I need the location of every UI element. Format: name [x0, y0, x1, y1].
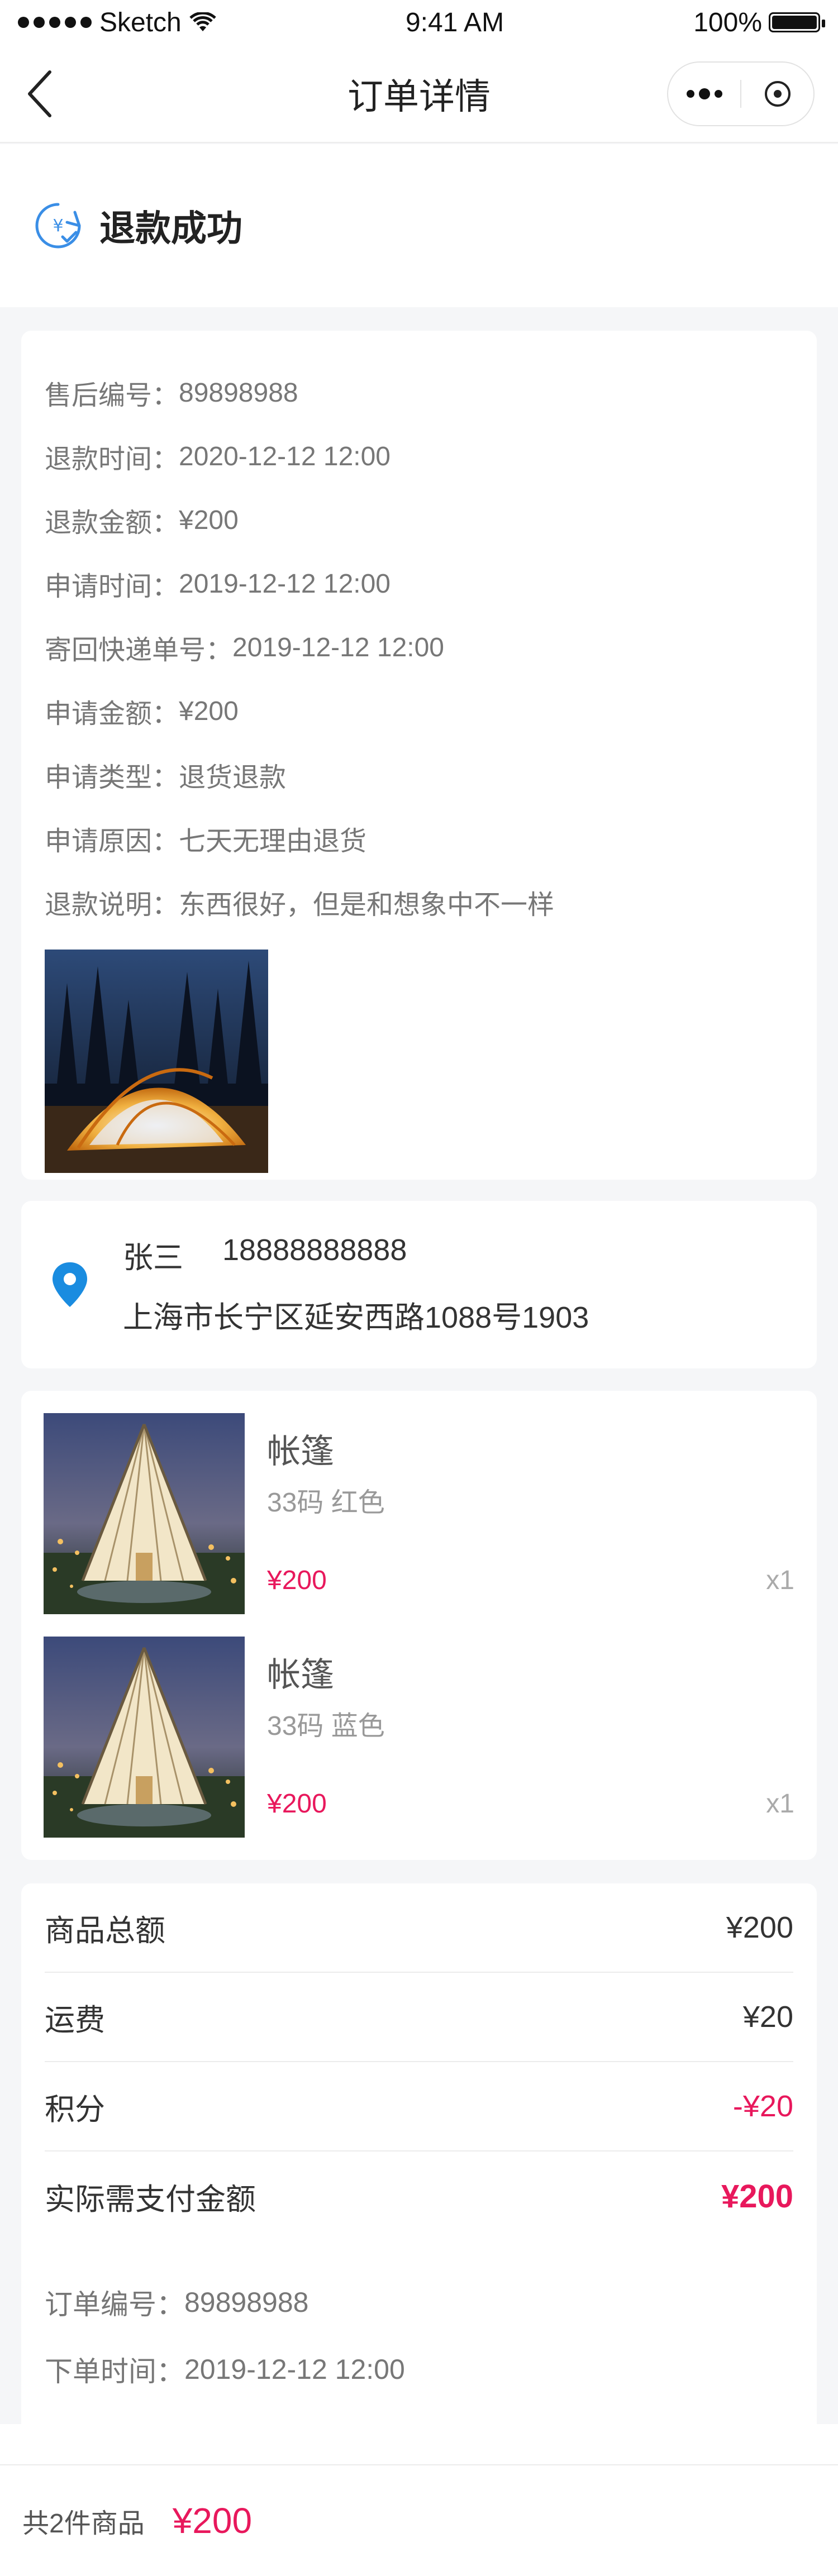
info-value: 2020-12-12 12:00 [179, 441, 391, 471]
summary-value: ¥200 [721, 2178, 793, 2215]
signal-icon [18, 17, 92, 28]
recipient-phone: 18888888888 [222, 1233, 407, 1267]
summary-label: 商品总额 [45, 1914, 165, 1948]
refund-status-section: ¥ 退款成功 [0, 144, 838, 307]
shipping-address-card[interactable]: 张三 18888888888 上海市长宁区延安西路1088号1903 [21, 1201, 817, 1368]
info-row: 退款时间： 2020-12-12 12:00 [45, 424, 793, 488]
order-time-value: 2019-12-12 12:00 [184, 2354, 405, 2385]
info-value: 东西很好，但是和想象中不一样 [179, 890, 555, 920]
battery-icon [769, 12, 825, 32]
bottom-total-bar: 共2件商品 ¥200 [0, 2464, 838, 2576]
total-amount: ¥200 [172, 2501, 253, 2541]
info-label: 退款金额： [45, 508, 179, 538]
goods-price: ¥200 [267, 1566, 327, 1595]
order-detail-page: Sketch 9:41 AM 100% 订单详情 ¥ 退款成功 售后编号： 89… [0, 0, 838, 2576]
goods-quantity: x1 [766, 1566, 794, 1595]
summary-row-points: 积分 -¥20 [45, 2062, 793, 2152]
order-time-row: 下单时间： 2019-12-12 12:00 [45, 2336, 793, 2403]
info-row: 申请时间： 2019-12-12 12:00 [45, 552, 793, 616]
info-row: 申请类型： 退货退款 [45, 743, 793, 807]
after-sale-info-card: 售后编号： 89898988 退款时间： 2020-12-12 12:00 退款金额… [21, 331, 817, 1180]
order-number-row: 订单编号： 89898988 [45, 2269, 793, 2336]
close-miniapp-button[interactable] [741, 63, 813, 125]
goods-list-card: 帐篷 33码 红色 ¥200 x1 帐篷 33码 蓝色 ¥200 x1 [21, 1391, 817, 1860]
info-label: 申请原因： [45, 827, 179, 856]
order-meta: 订单编号： 89898988 下单时间： 2019-12-12 12:00 [45, 2269, 793, 2403]
goods-item[interactable]: 帐篷 33码 红色 ¥200 x1 [44, 1413, 794, 1637]
info-label: 申请类型： [45, 763, 179, 793]
status-left: Sketch [18, 7, 216, 38]
summary-row-actual-pay: 实际需支付金额 ¥200 [45, 2152, 793, 2241]
refund-yuan-icon: ¥ [35, 203, 81, 249]
summary-label: 积分 [45, 2092, 105, 2126]
info-value: 2019-12-12 12:00 [179, 569, 391, 599]
recipient-name: 张三 [123, 1241, 183, 1275]
summary-label: 运费 [45, 2003, 105, 2037]
info-label: 退款说明： [45, 890, 179, 920]
order-number-label: 订单编号： [45, 2289, 184, 2320]
info-value: 七天无理由退货 [179, 827, 367, 856]
summary-background [0, 2424, 838, 2464]
info-label: 申请金额： [45, 699, 179, 729]
info-value: ¥200 [179, 505, 239, 535]
info-label: 申请时间： [45, 572, 179, 602]
goods-thumbnail [44, 1413, 245, 1614]
info-value: 2019-12-12 12:00 [232, 632, 444, 662]
nav-bar: 订单详情 [0, 45, 838, 143]
refund-evidence-photo[interactable] [45, 950, 268, 1173]
goods-price: ¥200 [267, 1789, 327, 1819]
summary-value: ¥20 [742, 2000, 793, 2034]
address-contact: 张三 18888888888 [123, 1233, 589, 1277]
goods-count-label: 共2件商品 [22, 2509, 145, 2539]
info-label: 寄回快递单号： [45, 636, 233, 665]
back-button[interactable] [17, 66, 61, 122]
address-detail: 上海市长宁区延安西路1088号1903 [123, 1301, 589, 1334]
chevron-left-icon [28, 70, 51, 117]
status-right: 100% [693, 7, 825, 38]
order-time-label: 下单时间： [45, 2356, 184, 2387]
info-row: 寄回快递单号： 2019-12-12 12:00 [45, 616, 793, 679]
info-value: ¥200 [179, 696, 239, 726]
carrier-label: Sketch [99, 7, 182, 37]
clock: 9:41 AM [405, 7, 504, 37]
info-value: 退货退款 [179, 763, 287, 793]
info-label: 售后编号： [45, 381, 179, 411]
goods-spec: 33码 蓝色 [267, 1711, 385, 1741]
goods-thumbnail [44, 1637, 245, 1838]
more-button[interactable] [668, 63, 740, 125]
address-lines: 张三 18888888888 上海市长宁区延安西路1088号1903 [123, 1233, 589, 1337]
info-value: 89898988 [179, 378, 298, 408]
info-row: 售后编号： 89898988 [45, 361, 793, 424]
goods-name: 帐篷 [267, 1656, 334, 1694]
goods-spec: 33码 红色 [267, 1488, 385, 1518]
info-row: 退款金额： ¥200 [45, 488, 793, 552]
goods-name: 帐篷 [267, 1433, 334, 1470]
goods-item[interactable]: 帐篷 33码 蓝色 ¥200 x1 [44, 1637, 794, 1860]
goods-quantity: x1 [766, 1789, 794, 1819]
summary-row-goods-total: 商品总额 ¥200 [45, 1883, 793, 1973]
svg-text:¥: ¥ [53, 216, 63, 236]
info-row: 退款说明： 东西很好，但是和想象中不一样 [45, 870, 793, 934]
price-summary-card: 商品总额 ¥200 运费 ¥20 积分 -¥20 实际需支付金额 ¥200 订单… [21, 1883, 817, 2442]
summary-value: ¥200 [726, 1911, 793, 1944]
location-pin-icon [53, 1262, 87, 1307]
battery-label: 100% [693, 7, 762, 37]
summary-value: -¥20 [732, 2090, 793, 2123]
summary-label: 实际需支付金额 [45, 2182, 256, 2216]
target-icon [764, 81, 791, 107]
summary-row-shipping: 运费 ¥20 [45, 1973, 793, 2062]
status-bar: Sketch 9:41 AM 100% [0, 0, 838, 45]
refund-status-text: 退款成功 [99, 208, 242, 249]
wifi-icon [189, 12, 216, 31]
info-label: 退款时间： [45, 445, 179, 474]
order-number-value: 89898988 [184, 2287, 309, 2318]
info-row: 申请金额： ¥200 [45, 679, 793, 743]
mini-program-capsule [667, 61, 815, 126]
info-row: 申请原因： 七天无理由退货 [45, 807, 793, 870]
